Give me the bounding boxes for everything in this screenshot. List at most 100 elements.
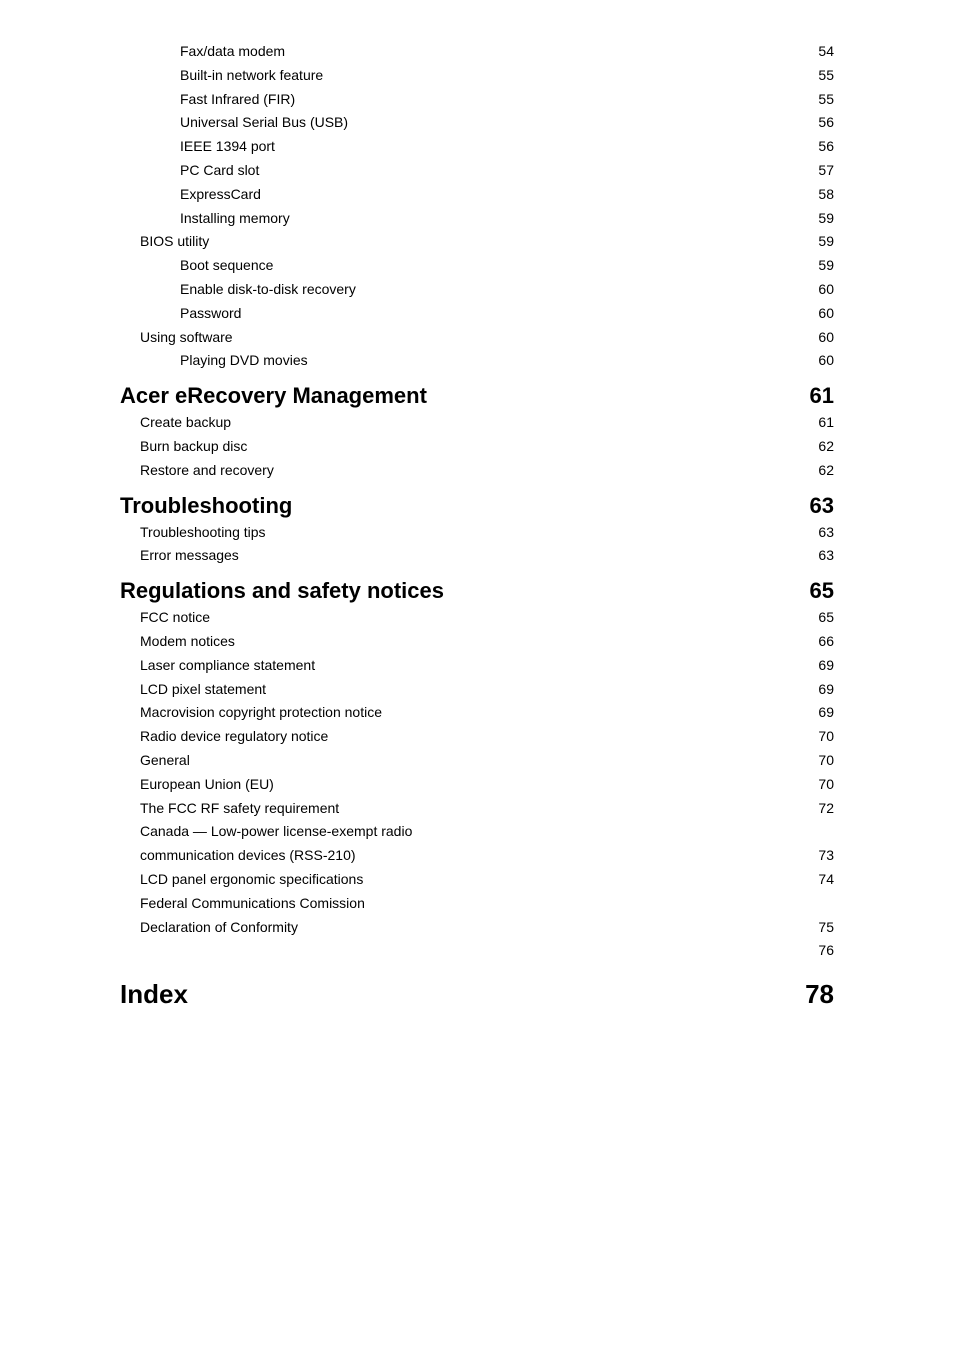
toc-entry-dvd: Playing DVD movies 60 [120,349,834,373]
section-title: Acer eRecovery Management [120,383,794,409]
toc-page: 73 [794,844,834,868]
toc-entry-troubleshooting-tips: Troubleshooting tips 63 [120,521,834,545]
toc-page: 70 [794,725,834,749]
toc-title: Built-in network feature [120,64,794,88]
section-title: Troubleshooting [120,493,794,519]
toc-title: Enable disk-to-disk recovery [120,278,794,302]
toc-entry-lcd-panel: LCD panel ergonomic specifications 74 [120,868,834,892]
toc-page: 76 [794,939,834,963]
toc-entry-expresscard: ExpressCard 58 [120,183,834,207]
toc-title: Macrovision copyright protection notice [120,701,794,725]
toc-page: 65 [794,606,834,630]
section-troubleshooting: Troubleshooting 63 [120,493,834,519]
toc-title: Fast Infrared (FIR) [120,88,794,112]
toc-entry-restore-recovery: Restore and recovery 62 [120,459,834,483]
toc-entry-fcc: FCC notice 65 [120,606,834,630]
toc-entry-canada: Canada — Low-power license-exempt radio [120,820,834,844]
section-title: Regulations and safety notices [120,578,794,604]
toc-entry-federal-comm: Federal Communications Comission [120,892,834,916]
toc-page: 61 [794,411,834,435]
toc-title: Laser compliance statement [120,654,794,678]
toc-entry-radio: Radio device regulatory notice 70 [120,725,834,749]
toc-entry-page76: 76 [120,939,834,963]
toc-title: Modem notices [120,630,794,654]
toc-page: 55 [794,88,834,112]
section-page: 63 [794,493,834,519]
toc-entry-general: General 70 [120,749,834,773]
toc-entry-usb: Universal Serial Bus (USB) 56 [120,111,834,135]
toc-page: 59 [794,254,834,278]
section-page: 61 [794,383,834,409]
toc-entry-builtin: Built-in network feature 55 [120,64,834,88]
index-page: 78 [794,979,834,1010]
toc-title: LCD pixel statement [120,678,794,702]
toc-page: 59 [794,207,834,231]
toc-title: Password [120,302,794,326]
toc-page: 60 [794,326,834,350]
index-title: Index [120,979,794,1010]
toc-title: Declaration of Conformity [120,916,794,940]
toc-title: IEEE 1394 port [120,135,794,159]
toc-title: Federal Communications Comission [120,892,794,916]
toc-title: BIOS utility [120,230,794,254]
toc-page: 70 [794,773,834,797]
toc-page: 55 [794,64,834,88]
toc-page: 63 [794,521,834,545]
toc-title: Playing DVD movies [120,349,794,373]
toc-entry-comm-devices: communication devices (RSS-210) 73 [120,844,834,868]
toc-title: Create backup [120,411,794,435]
toc-page: 69 [794,654,834,678]
section-page: 65 [794,578,834,604]
section-acer-erecovery: Acer eRecovery Management 61 [120,383,834,409]
toc-entry-create-backup: Create backup 61 [120,411,834,435]
toc-title: communication devices (RSS-210) [120,844,794,868]
toc-entry-burn-backup: Burn backup disc 62 [120,435,834,459]
toc-entry-boot: Boot sequence 59 [120,254,834,278]
toc-title: FCC notice [120,606,794,630]
toc-page: 66 [794,630,834,654]
toc-entry-lcd-pixel: LCD pixel statement 69 [120,678,834,702]
toc-title: Boot sequence [120,254,794,278]
toc-page: 56 [794,111,834,135]
toc-title: Fax/data modem [120,40,794,64]
toc-title: PC Card slot [120,159,794,183]
toc-title: The FCC RF safety requirement [120,797,794,821]
toc-page: 74 [794,868,834,892]
page: Fax/data modem 54 Built-in network featu… [0,0,954,1369]
toc-entry-disk-recovery: Enable disk-to-disk recovery 60 [120,278,834,302]
toc-title: Using software [120,326,794,350]
toc-page: 57 [794,159,834,183]
toc-entry-pccard: PC Card slot 57 [120,159,834,183]
toc-entry-password: Password 60 [120,302,834,326]
toc-page: 60 [794,302,834,326]
toc-entry-ieee: IEEE 1394 port 56 [120,135,834,159]
toc-title: Error messages [120,544,794,568]
toc-page: 72 [794,797,834,821]
toc-entry-macrovision: Macrovision copyright protection notice … [120,701,834,725]
toc-title: Canada — Low-power license-exempt radio [120,820,794,844]
toc-entry-bios: BIOS utility 59 [120,230,834,254]
toc-title: General [120,749,794,773]
toc-page: 56 [794,135,834,159]
toc-entry-using-software: Using software 60 [120,326,834,350]
toc-title: ExpressCard [120,183,794,207]
toc-entry-fcc-rf: The FCC RF safety requirement 72 [120,797,834,821]
toc-page: 58 [794,183,834,207]
toc-entry-error-messages: Error messages 63 [120,544,834,568]
toc-title: European Union (EU) [120,773,794,797]
toc-entry-eu: European Union (EU) 70 [120,773,834,797]
toc-title: Installing memory [120,207,794,231]
toc-page: 63 [794,544,834,568]
toc-page: 62 [794,459,834,483]
section-regulations: Regulations and safety notices 65 [120,578,834,604]
toc-title: Troubleshooting tips [120,521,794,545]
toc-title: Burn backup disc [120,435,794,459]
toc-page: 62 [794,435,834,459]
toc-page: 69 [794,701,834,725]
toc-page: 54 [794,40,834,64]
toc-entry-laser: Laser compliance statement 69 [120,654,834,678]
index-section: Index 78 [120,979,834,1010]
toc-page: 70 [794,749,834,773]
toc-entry-fax: Fax/data modem 54 [120,40,834,64]
toc-page: 59 [794,230,834,254]
